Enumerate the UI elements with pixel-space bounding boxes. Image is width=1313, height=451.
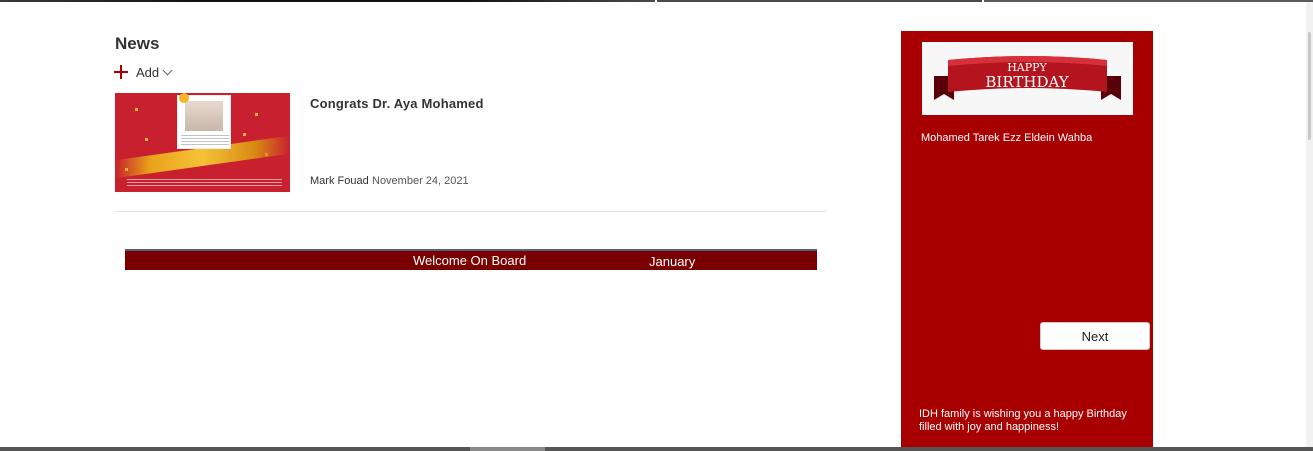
birthday-banner-image: HAPPY BIRTHDAY [922,42,1133,115]
birthday-ribbon-icon: HAPPY BIRTHDAY [934,56,1121,100]
news-date: November 24, 2021 [372,175,469,187]
news-headline[interactable]: Congrats Dr. Aya Mohamed [310,96,484,111]
scrollbar-thumb[interactable] [1308,32,1311,140]
svg-text:BIRTHDAY: BIRTHDAY [985,73,1069,91]
news-author[interactable]: Mark Fouad [310,175,369,187]
birthday-panel: HAPPY BIRTHDAY Mohamed Tarek Ezz Eldein … [901,31,1153,451]
chevron-down-icon [162,65,173,75]
news-section-title: News [115,34,160,53]
add-label: Add [136,64,160,80]
add-news-button[interactable]: Add [114,63,173,81]
bottom-bar [0,447,1313,451]
birthday-message: IDH family is wishing you a happy Birthd… [919,408,1127,433]
top-bar [0,0,1313,2]
welcome-label: Welcome On Board [413,253,527,268]
plus-icon [114,65,128,79]
vertical-scrollbar[interactable] [1306,2,1313,447]
welcome-month: January [649,254,696,269]
birthday-person-name: Mohamed Tarek Ezz Eldein Wahba [921,132,1093,144]
next-button[interactable]: Next [1040,322,1150,350]
news-thumbnail[interactable] [115,93,290,192]
divider [114,211,827,212]
